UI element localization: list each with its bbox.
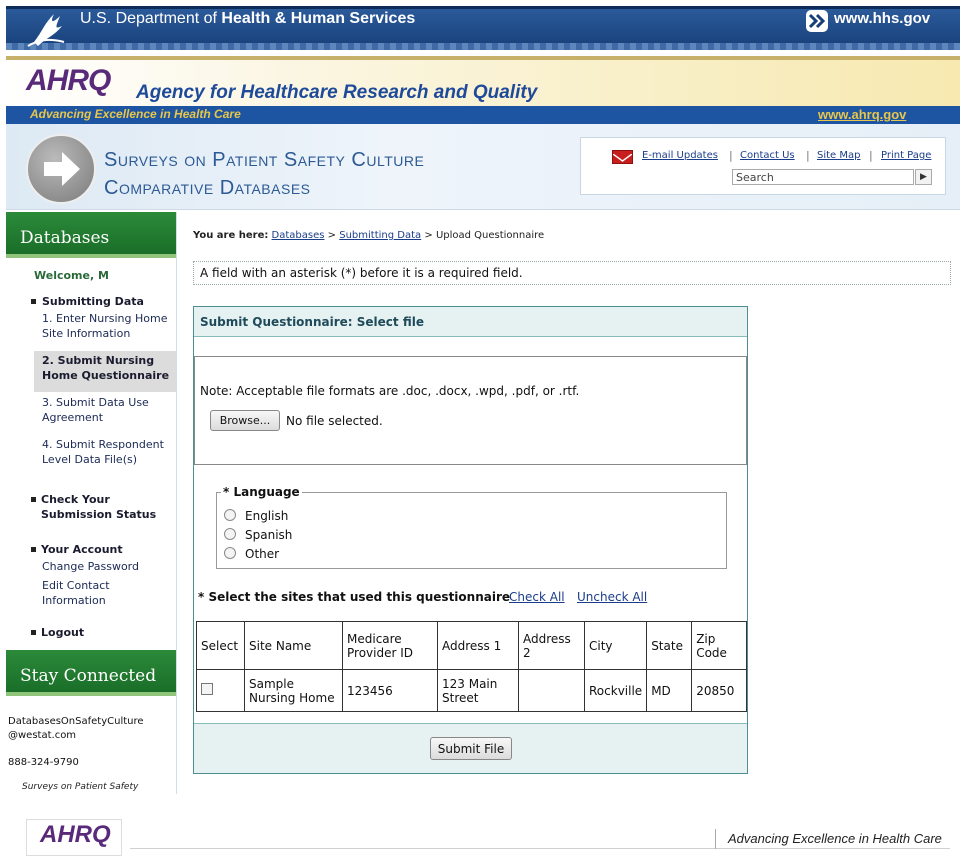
uncheck-all-link[interactable]: Uncheck All [577,590,647,604]
sidebar-item-step1[interactable]: 1. Enter Nursing Home Site Information [42,311,176,341]
city-cell: Rockville [583,669,648,712]
welcome-text: Welcome, M [34,269,109,282]
submit-file-button[interactable]: Submit File [430,737,512,760]
bullet-icon [31,497,36,502]
contact-email[interactable]: DatabasesOnSafetyCulture @westat.com [8,715,144,743]
footer-divider [715,829,716,849]
breadcrumb-databases[interactable]: Databases [272,230,325,241]
sidebar-item-step3[interactable]: 3. Submit Data Use Agreement [42,395,176,425]
contact-us-link[interactable]: Contact Us [740,150,795,161]
double-chevron-icon[interactable] [806,10,828,32]
radio-spanish[interactable] [224,528,236,540]
table-header-row: Select Site Name Medicare Provider ID Ad… [196,621,747,670]
col-header: Address 2 [518,621,585,670]
bullet-icon [31,630,36,635]
radio-label-spanish: Spanish [245,528,293,542]
sidebar-item-logout[interactable]: Logout [41,625,175,640]
separator: | [729,149,733,162]
separator: | [869,149,873,162]
table-row: Sample Nursing Home 123456 123 Main Stre… [196,669,747,712]
email-updates-link[interactable]: E-mail Updates [642,150,718,161]
sidebar-heading-stay-connected: Stay Connected [6,650,176,696]
file-format-note: Note: Acceptable file formats are .doc, … [200,384,580,398]
survey-title: Surveys on Patient Safety Culture Compar… [104,149,425,199]
ahrq-logo[interactable]: AHRQ [26,64,111,98]
browse-button[interactable]: Browse... [210,410,280,431]
address1-cell: 123 Main Street [437,669,519,712]
footer-tagline: Advancing Excellence in Health Care [728,831,942,846]
col-header: Site Name [244,621,343,670]
sidebar-heading-databases: Databases [6,212,176,258]
footer [6,794,960,856]
select-cell [196,669,245,712]
sidebar-item-edit-contact[interactable]: Edit Contact Information [42,578,152,608]
bullet-icon [31,547,36,552]
required-field-note: A field with an asterisk (*) before it i… [193,261,951,285]
hhs-title[interactable]: U.S. Department of Health & Human Servic… [80,10,415,28]
state-cell: MD [646,669,693,712]
col-header: Address 1 [437,621,519,670]
address2-cell [518,669,585,712]
site-map-link[interactable]: Site Map [817,150,860,161]
col-header: Zip Code [691,621,747,670]
site-name-cell: Sample Nursing Home [244,669,343,712]
col-header: City [583,621,648,670]
language-fieldset [216,492,727,569]
check-all-link[interactable]: Check All [509,590,565,604]
sidebar-item-submitting-data[interactable]: Submitting Data [42,294,176,309]
breadcrumb-current: Upload Questionnaire [435,230,545,241]
ahrq-tagline: Advancing Excellence in Health Care [30,107,241,121]
sidebar-item-step4[interactable]: 4. Submit Respondent Level Data File(s) [42,437,176,467]
sites-label: * Select the sites that used this questi… [198,590,511,604]
sidebar-item-step2[interactable]: 2. Submit Nursing Home Questionnaire [42,353,176,383]
col-header: Select [196,621,245,670]
ahrq-agency-name: Agency for Healthcare Research and Quali… [136,82,538,103]
footer-divider-line [130,848,950,849]
no-file-status: No file selected. [286,414,383,428]
envelope-icon[interactable] [612,150,633,164]
radio-other[interactable] [224,547,236,559]
print-page-link[interactable]: Print Page [881,150,931,161]
ahrq-url-link[interactable]: www.ahrq.gov [818,107,906,122]
provider-id-cell: 123456 [342,669,438,712]
radio-label-other: Other [245,547,280,561]
radio-english[interactable] [224,509,236,521]
arrow-right-icon [26,134,96,204]
panel-title: Submit Questionnaire: Select file [194,307,747,337]
contact-phone: 888-324-9790 [8,757,79,768]
zip-cell: 20850 [691,669,747,712]
site-checkbox[interactable] [201,683,213,695]
hhs-eagle-icon [27,14,65,47]
bullet-icon [31,299,36,304]
sidebar-item-your-account[interactable]: Your Account [41,542,175,557]
utility-box [580,137,946,195]
footer-ahrq-logo[interactable]: AHRQ [40,821,111,849]
breadcrumb-submitting-data[interactable]: Submitting Data [339,230,421,241]
separator: | [806,149,810,162]
hhs-url-link[interactable]: www.hhs.gov [834,10,930,27]
col-header: State [646,621,693,670]
sidebar-item-change-password[interactable]: Change Password [42,559,176,574]
breadcrumb: You are here: Databases > Submitting Dat… [193,230,545,241]
radio-label-english: English [245,509,289,523]
language-legend: * Language [221,485,302,499]
col-header: Medicare Provider ID [342,621,438,670]
sidebar-item-check-status[interactable]: Check Your Submission Status [41,492,177,522]
search-input[interactable] [732,169,914,185]
sites-table: Select Site Name Medicare Provider ID Ad… [196,621,747,712]
search-go-icon[interactable]: ▶ [915,169,932,185]
